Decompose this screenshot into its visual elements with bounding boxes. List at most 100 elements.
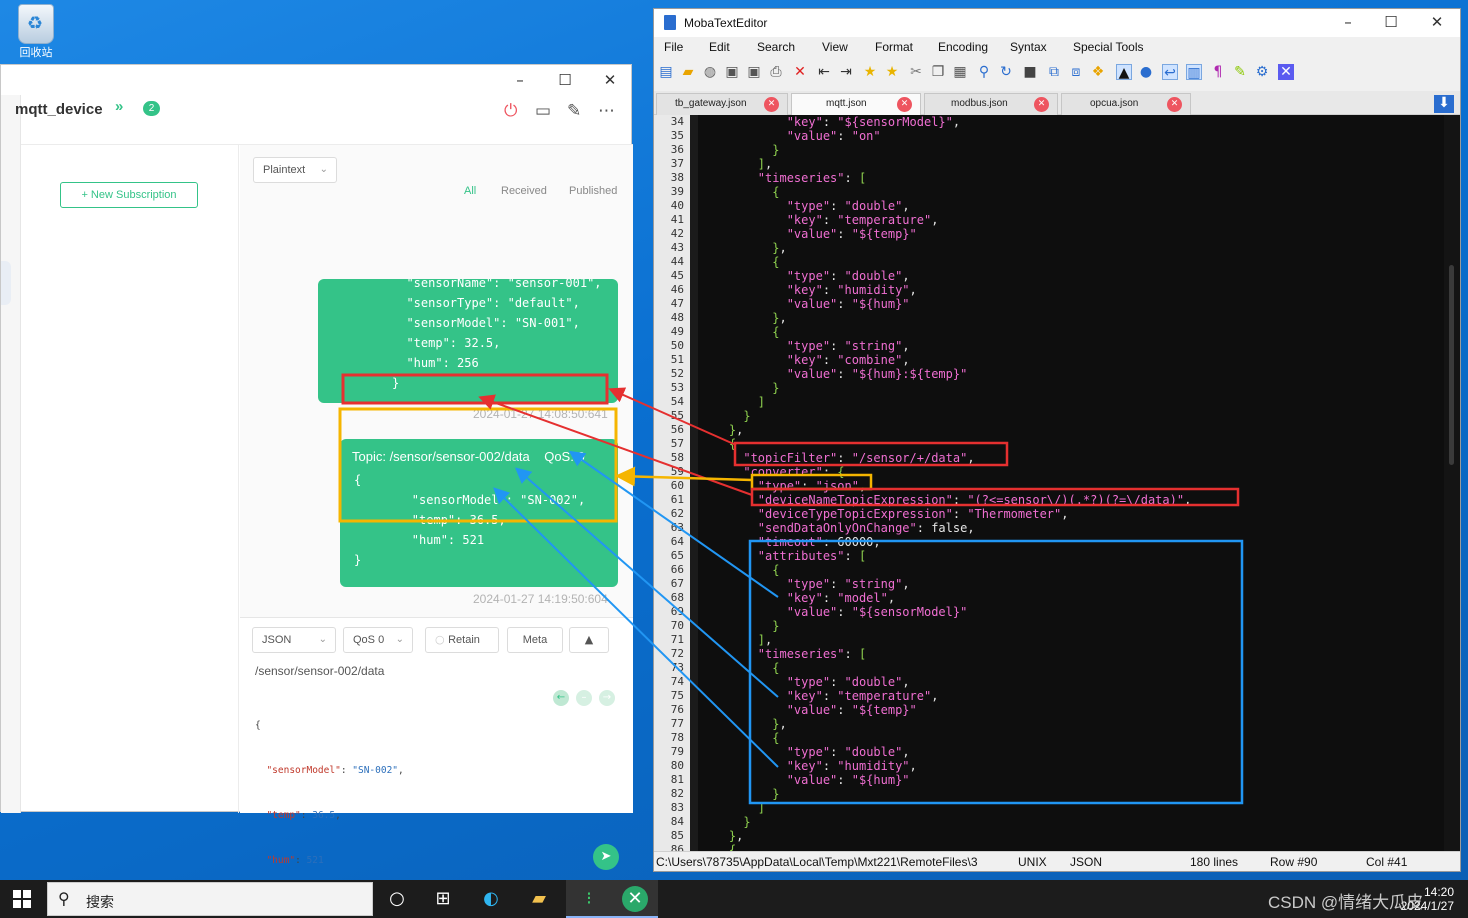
chat-icon[interactable]: ▭	[535, 101, 551, 121]
menu-search[interactable]: Search	[757, 40, 795, 54]
code-content[interactable]: "key": "${sensorModel}", "value": "on" }…	[700, 115, 1444, 851]
close-tab-icon[interactable]: ✕	[897, 97, 912, 112]
messages-toolbar: Plaintext ⌄ All Received Published	[240, 145, 633, 205]
message-bubble-1[interactable]: "sensorName": "sensor-001", "sensorType"…	[318, 279, 618, 403]
mobaxterm-taskbar-icon[interactable]: ✕	[622, 886, 648, 912]
save-icon[interactable]: ▣	[724, 64, 740, 80]
copy-icon[interactable]: ❐	[930, 64, 946, 80]
mqttx-taskbar-icon[interactable]: ⁝	[576, 886, 602, 912]
highlight-icon[interactable]: ✎	[1232, 64, 1248, 80]
print-icon[interactable]: ⎙	[768, 64, 784, 80]
code-editor[interactable]: 34 35 36 37 38 39 40 41 42 43 44 45 46 47 48 49 50 51 52 53…	[654, 115, 1460, 851]
maximize-button[interactable]: ☐	[1380, 11, 1402, 33]
close-button[interactable]: ✕	[1426, 11, 1448, 33]
paste-icon[interactable]: ▦	[952, 64, 968, 80]
history-back-icon[interactable]: ←	[553, 690, 569, 706]
tab-tb-gateway[interactable]: tb_gateway.json ✕	[656, 93, 788, 115]
line-number: 53	[670, 381, 684, 394]
recycle-bin[interactable]: 回收站	[14, 4, 58, 60]
publish-topic-input[interactable]: /sensor/sensor-002/data	[255, 664, 384, 678]
qos-select[interactable]: QoS 0 ⌄	[343, 627, 413, 653]
reload-icon[interactable]: ◍	[702, 64, 718, 80]
tab-modbus[interactable]: modbus.json ✕	[924, 93, 1058, 115]
bookmark-next-icon[interactable]: ★	[884, 64, 900, 80]
fullscreen-icon[interactable]: ■	[1022, 64, 1038, 80]
tab-opcua[interactable]: opcua.json ✕	[1061, 93, 1191, 115]
close-tab-icon[interactable]: ✕	[1034, 97, 1049, 112]
send-button[interactable]: ➤	[593, 844, 619, 870]
new-file-icon[interactable]: ▤	[658, 64, 674, 80]
outdent-icon[interactable]: ⇤	[816, 64, 832, 80]
vertical-scrollbar[interactable]	[1444, 115, 1460, 851]
filter-published-tab[interactable]: Published	[569, 185, 617, 197]
code-line: "timeout": 60000,	[757, 535, 881, 549]
compare-icon[interactable]: ⧉	[1046, 64, 1062, 80]
close-tab-icon[interactable]: ✕	[764, 97, 779, 112]
tab-mqtt[interactable]: mqtt.json ✕	[791, 93, 921, 115]
minimize-button[interactable]: –	[509, 69, 531, 91]
double-chevron-icon[interactable]: »	[115, 98, 123, 115]
linux-eol-icon[interactable]: ▲	[1116, 64, 1132, 81]
exit-icon[interactable]: ✕	[1278, 64, 1294, 80]
edit-icon[interactable]: ✎	[567, 101, 581, 121]
line-number: 39	[670, 185, 684, 198]
task-view-icon[interactable]: ○	[384, 886, 410, 912]
line-number-gutter: 34 35 36 37 38 39 40 41 42 43 44 45 46 47 48 49 50 51 52 53…	[654, 115, 690, 851]
windows-eol-icon[interactable]: ❖	[1090, 64, 1106, 80]
line-number: 78	[670, 731, 684, 744]
line-number: 40	[670, 199, 684, 212]
retain-toggle[interactable]: ○ Retain	[425, 627, 499, 653]
scrollbar-thumb[interactable]	[1449, 265, 1454, 465]
save-all-icon[interactable]: ▣	[746, 64, 762, 80]
history-clear-icon[interactable]: –	[576, 690, 592, 706]
new-subscription-button[interactable]: + New Subscription	[60, 182, 198, 208]
line-number: 69	[670, 605, 684, 618]
file-explorer-icon[interactable]: ▰	[526, 886, 552, 912]
open-folder-icon[interactable]: ▰	[680, 64, 696, 80]
delete-icon[interactable]: ✕	[792, 64, 808, 80]
filter-all-tab[interactable]: All	[464, 185, 476, 197]
column-icon[interactable]: ▥	[1186, 64, 1202, 81]
message-bubble-2[interactable]: Topic: /sensor/sensor-002/data QoS: 0 { …	[340, 439, 618, 587]
payload-format-select[interactable]: Plaintext ⌄	[253, 157, 337, 183]
maximize-button[interactable]: ☐	[554, 69, 576, 91]
code-line: "type": "double",	[786, 745, 910, 759]
collapse-icon[interactable]: ▲	[569, 627, 609, 653]
replace-icon[interactable]: ↻	[998, 64, 1014, 80]
mac-eol-icon[interactable]: ●	[1138, 64, 1154, 80]
disconnect-icon[interactable]: ⏻	[504, 101, 517, 121]
menu-edit[interactable]: Edit	[709, 40, 730, 54]
publish-format-select[interactable]: JSON ⌄	[252, 627, 336, 653]
line-number: 38	[670, 171, 684, 184]
menu-format[interactable]: Format	[875, 40, 913, 54]
close-tab-icon[interactable]: ✕	[1167, 97, 1182, 112]
cut-icon[interactable]: ✂	[908, 64, 924, 80]
indent-icon[interactable]: ⇥	[838, 64, 854, 80]
widgets-icon[interactable]: ⊞	[430, 886, 456, 912]
show-symbols-icon[interactable]: ¶	[1210, 64, 1226, 80]
menu-encoding[interactable]: Encoding	[938, 40, 988, 54]
taskbar: ⚲ 搜索 ○ ⊞ ◐ ▰ ⁝ ✕ 14:20 2024/1/27	[0, 880, 1468, 918]
edge-browser-icon[interactable]: ◐	[478, 886, 504, 912]
taskbar-search-box[interactable]: ⚲ 搜索	[47, 882, 373, 916]
tabs-menu-icon[interactable]: ⬇	[1434, 95, 1454, 113]
wrap-icon[interactable]: ↩	[1162, 64, 1178, 81]
history-forward-icon[interactable]: →	[599, 690, 615, 706]
bookmark-icon[interactable]: ★	[862, 64, 878, 80]
menu-file[interactable]: File	[664, 40, 683, 54]
menu-view[interactable]: View	[822, 40, 848, 54]
menu-syntax[interactable]: Syntax	[1010, 40, 1047, 54]
minimize-button[interactable]: –	[1337, 11, 1359, 33]
more-icon[interactable]: ⋯	[598, 101, 615, 121]
close-button[interactable]: ✕	[599, 69, 621, 91]
split-icon[interactable]: ⧈	[1068, 64, 1084, 80]
meta-button[interactable]: Meta	[507, 627, 563, 653]
filter-received-tab[interactable]: Received	[501, 185, 547, 197]
menu-special-tools[interactable]: Special Tools	[1073, 40, 1144, 54]
settings-icon[interactable]: ⚙	[1254, 64, 1270, 80]
line-number: 48	[670, 311, 684, 324]
windows-start-icon[interactable]	[13, 890, 31, 908]
line-number: 81	[670, 773, 684, 786]
find-icon[interactable]: ⚲	[976, 64, 992, 80]
selected-connection-marker[interactable]	[1, 261, 11, 305]
